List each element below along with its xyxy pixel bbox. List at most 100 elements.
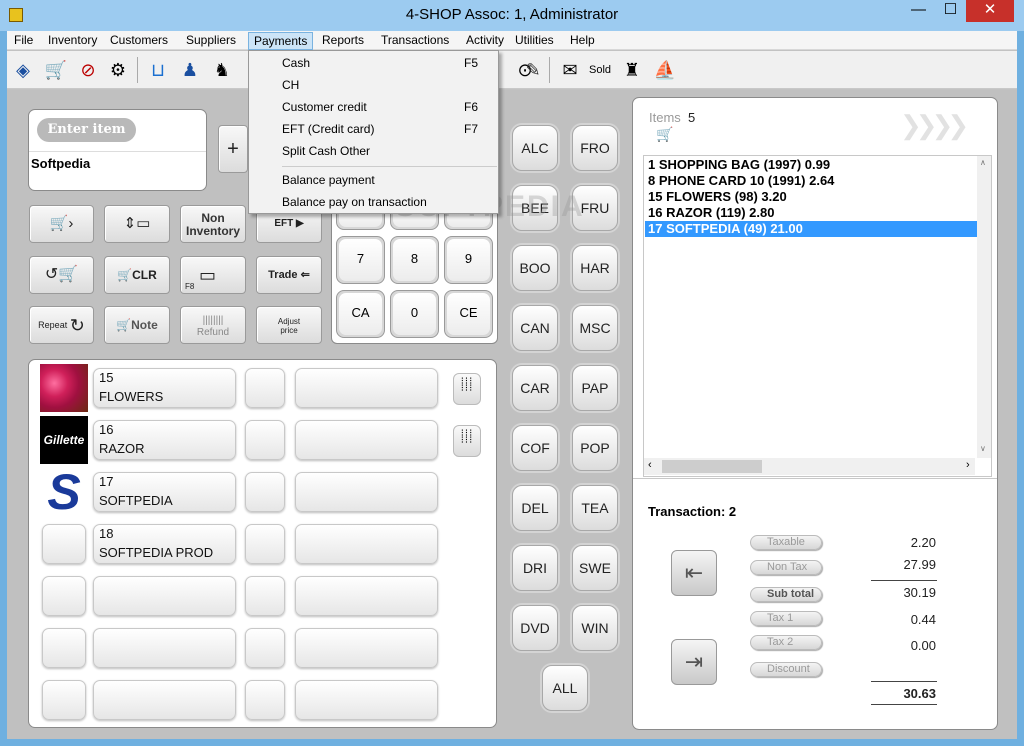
product-slot[interactable] [295,680,438,720]
keypad-0[interactable]: 0 [390,290,439,338]
menu-file[interactable]: File [9,32,38,50]
scroll-up-icon[interactable]: ∧ [980,158,986,167]
vertical-scrollbar[interactable] [977,156,991,458]
product-slot[interactable] [93,576,236,616]
previous-transaction-button[interactable]: ⇤ [671,550,717,596]
dept-car[interactable]: CAR [512,365,558,411]
flowers-image[interactable] [40,364,88,412]
adjust-price-button[interactable]: Adjust price [256,306,322,344]
enter-item-button[interactable]: Enter item [37,118,136,142]
refund-button[interactable]: |||||||| Refund [180,306,246,344]
menu-customers[interactable]: Customers [105,32,173,50]
tax1-label[interactable]: Tax 1 [750,611,822,626]
keypad-ce[interactable]: CE [444,290,493,338]
menu-activity[interactable]: Activity [461,32,509,50]
cart-to-customer-button[interactable]: 🛒› [29,205,94,243]
list-item[interactable]: 1 SHOPPING BAG (1997) 0.99 [645,157,991,173]
menu-inventory[interactable]: Inventory [43,32,102,50]
dept-pop[interactable]: POP [572,425,618,471]
dept-dri[interactable]: DRI [512,545,558,591]
menu-item-balance-payment[interactable]: Balance payment [282,170,498,190]
product-slot[interactable] [295,576,438,616]
keypad-ca[interactable]: CA [336,290,385,338]
product-slot[interactable] [295,524,438,564]
return-cart-button[interactable]: ↺🛒 [29,256,94,294]
dept-all[interactable]: ALL [542,665,588,711]
enter-item-value[interactable]: Softpedia [31,156,90,171]
menu-item-eft[interactable]: EFT (Credit card) F7 [282,119,498,139]
dept-alc[interactable]: ALC [512,125,558,171]
menu-suppliers[interactable]: Suppliers [181,32,241,50]
dept-pap[interactable]: PAP [572,365,618,411]
product-slot[interactable] [245,472,285,512]
scale-button[interactable]: ⇕▭ [104,205,170,243]
sold-icon[interactable]: Sold [587,57,613,83]
menu-payments[interactable]: Payments [248,32,314,50]
scroll-down-icon[interactable]: ∨ [980,444,986,453]
product-slot[interactable] [245,576,285,616]
menu-reports[interactable]: Reports [317,32,369,50]
menu-item-ch[interactable]: CH [282,75,498,95]
menu-help[interactable]: Help [565,32,600,50]
dept-swe[interactable]: SWE [572,545,618,591]
navigate-icon[interactable]: ◈ [10,57,36,83]
notes-icon[interactable]: ✎ [520,57,546,83]
minimize-button[interactable]: — [902,0,935,22]
menu-utilities[interactable]: Utilities [510,32,559,50]
scroll-thumb[interactable] [662,460,762,473]
customer-icon[interactable]: ⊔ [145,57,171,83]
keypad-8[interactable]: 8 [390,236,439,284]
non-inventory-button[interactable]: Non Inventory [180,205,246,243]
list-item-selected[interactable]: 17 SOFTPEDIA (49) 21.00 [645,221,977,237]
cash-drawer-button[interactable]: F8 ▭ [180,256,246,294]
maximize-button[interactable]: ☐ [935,0,966,22]
product-slot[interactable] [295,368,438,408]
dept-dvd[interactable]: DVD [512,605,558,651]
menu-transactions[interactable]: Transactions [376,32,454,50]
product-slot[interactable] [295,420,438,460]
product-slot[interactable] [42,680,86,720]
product-slot[interactable] [245,628,285,668]
person-icon[interactable]: ♟ [177,57,203,83]
list-item[interactable]: 15 FLOWERS (98) 3.20 [645,189,991,205]
menu-item-balance-pay-transaction[interactable]: Balance pay on transaction [282,192,498,212]
product-slot[interactable] [93,680,236,720]
next-transaction-button[interactable]: ⇥ [671,639,717,685]
product-slot[interactable] [245,524,285,564]
subtotal-label[interactable]: Sub total [750,587,822,602]
dept-har[interactable]: HAR [572,245,618,291]
note-button[interactable]: 🛒Note [104,306,170,344]
taxable-label[interactable]: Taxable [750,535,822,550]
product-slot[interactable] [42,628,86,668]
product-slot[interactable] [245,368,285,408]
scroll-right-icon[interactable]: › [966,459,970,471]
dept-del[interactable]: DEL [512,485,558,531]
cart-remove-icon[interactable]: ⊘ [75,57,101,83]
product-slot[interactable] [245,420,285,460]
softpedia-logo-icon[interactable]: S [40,467,88,517]
dept-msc[interactable]: MSC [572,305,618,351]
list-item[interactable]: 8 PHONE CARD 10 (1991) 2.64 [645,173,991,189]
dept-win[interactable]: WIN [572,605,618,651]
scroll-left-icon[interactable]: ‹ [648,459,652,471]
close-button[interactable]: ✕ [966,0,1014,22]
product-slot[interactable] [295,472,438,512]
product-slot[interactable] [42,576,86,616]
product-slot[interactable] [295,628,438,668]
cart-icon[interactable]: 🛒 [43,57,69,83]
keypad-7[interactable]: 7 [336,236,385,284]
gillette-logo[interactable]: Gillette [40,416,88,464]
dept-boo[interactable]: BOO [512,245,558,291]
clerk-icon[interactable]: ♞ [209,57,235,83]
discount-label[interactable]: Discount [750,662,822,677]
boat-icon[interactable]: ⛵ [652,57,678,83]
dept-cof[interactable]: COF [512,425,558,471]
menu-item-cash[interactable]: Cash F5 [282,53,498,73]
menu-item-customer-credit[interactable]: Customer credit F6 [282,97,498,117]
shopper-icon[interactable]: ⚙ [105,57,131,83]
product-slot[interactable] [93,628,236,668]
dept-tea[interactable]: TEA [572,485,618,531]
product-slot[interactable] [245,680,285,720]
keypad-9[interactable]: 9 [444,236,493,284]
tax2-label[interactable]: Tax 2 [750,635,822,650]
